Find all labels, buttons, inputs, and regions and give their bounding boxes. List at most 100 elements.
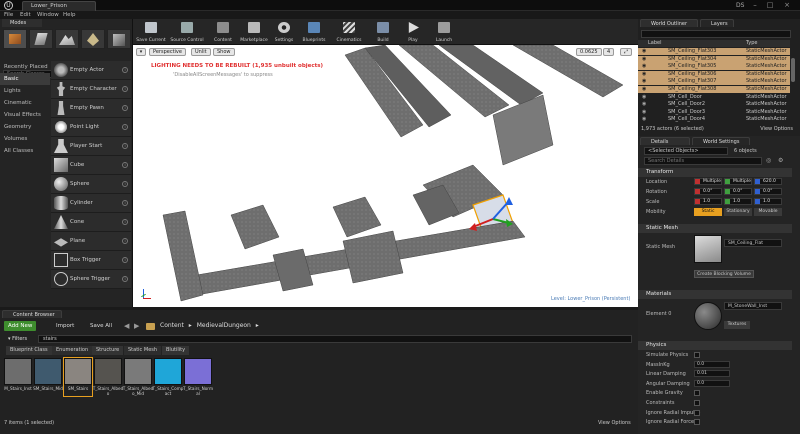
location-label[interactable]: Location [646, 179, 667, 185]
eye-icon[interactable]: ◉ [642, 102, 648, 107]
view-mode-button[interactable]: Unlit [191, 48, 211, 56]
mobility-stationary[interactable]: Stationary [724, 208, 752, 216]
category-lights[interactable]: Lights [0, 85, 50, 97]
eye-icon[interactable]: ◉ [642, 49, 648, 54]
add-new-button[interactable]: Add New [4, 321, 37, 331]
scale-x[interactable]: 1.0 [694, 198, 722, 205]
mobility-movable[interactable]: Movable [754, 208, 782, 216]
textures-dropdown[interactable]: Textures [724, 321, 750, 329]
category-geometry[interactable]: Geometry [0, 121, 50, 133]
category-all-classes[interactable]: All Classes [0, 145, 50, 157]
place-item-sphere[interactable]: Sphere i [51, 175, 131, 194]
blueprints-button[interactable]: Blueprints [299, 20, 329, 44]
outliner-row[interactable]: ◉ SM_Ceiling_Flat304 StaticMeshActor [638, 55, 790, 63]
menu-window[interactable]: Window [37, 11, 59, 19]
category-recently-placed[interactable]: Recently Placed [0, 61, 50, 73]
eye-icon[interactable]: ◉ [642, 64, 648, 69]
transform-header[interactable]: Transform [638, 168, 792, 177]
outliner-row[interactable]: ◉ SM_Cell_Door StaticMeshActor [638, 94, 790, 101]
asset-search-input[interactable]: stairs [38, 335, 632, 343]
paint-mode-icon[interactable] [29, 29, 53, 49]
show-button[interactable]: Show [213, 48, 235, 56]
scale-y[interactable]: 1.0 [724, 198, 752, 205]
eye-icon[interactable]: ◉ [642, 117, 648, 122]
filter-enumeration[interactable]: Enumeration [52, 346, 93, 355]
filter-structure[interactable]: Structure [92, 346, 124, 355]
eye-icon[interactable]: ◉ [642, 109, 648, 115]
maximize-button[interactable]: □ [763, 1, 777, 10]
outliner-row[interactable]: ◉ SM_Ceiling_Flat308 StaticMeshActor [638, 86, 790, 93]
scene-render[interactable] [133, 45, 638, 307]
physics-prop-checkbox[interactable] [694, 419, 700, 426]
foliage-mode-icon[interactable] [81, 29, 105, 49]
marketplace-button[interactable]: Marketplace [237, 20, 271, 44]
filter-blueprint-class[interactable]: Blueprint Class [6, 346, 52, 355]
physics-prop-value[interactable]: 0.0 [694, 379, 730, 387]
place-item-box-trigger[interactable]: Box Trigger i [51, 251, 131, 270]
settings-button[interactable]: Settings [271, 20, 297, 44]
outliner-row[interactable]: ◉ SM_Ceiling_Flat306 StaticMeshActor [638, 70, 790, 78]
place-item-sphere-trigger[interactable]: Sphere Trigger i [51, 270, 131, 289]
place-item-player-start[interactable]: Player Start i [51, 137, 131, 156]
info-icon[interactable]: i [122, 124, 128, 130]
tab-details[interactable]: Details [640, 137, 690, 145]
material-dropdown[interactable]: M_StoneWall_Inst [724, 302, 782, 310]
perspective-button[interactable]: Perspective [149, 48, 186, 56]
place-item-cylinder[interactable]: Cylinder i [51, 194, 131, 213]
grid-snap-value[interactable]: 0.0625 [576, 48, 602, 56]
eye-icon[interactable]: ◉ [642, 71, 648, 77]
details-search-input[interactable]: Search Details [644, 157, 762, 165]
save-all-button[interactable]: Save All [86, 321, 116, 331]
info-icon[interactable]: i [122, 143, 128, 149]
scale-z[interactable]: 1.0 [754, 198, 782, 205]
save-current-button[interactable]: Save Current [135, 20, 167, 44]
mobility-static[interactable]: Static [694, 208, 722, 216]
info-icon[interactable]: i [122, 67, 128, 73]
menu-file[interactable]: File [4, 11, 13, 19]
location-z[interactable]: 620.0 [754, 178, 782, 185]
tab-world-outliner[interactable]: World Outliner [640, 19, 698, 27]
filter-static-mesh[interactable]: Static Mesh [124, 346, 162, 355]
history-forward-icon[interactable]: ▶ [134, 322, 139, 330]
column-label[interactable]: Label [648, 40, 662, 47]
static-mesh-thumbnail[interactable] [694, 235, 722, 263]
info-icon[interactable]: i [122, 238, 128, 244]
place-item-cube[interactable]: Cube i [51, 156, 131, 175]
filters-button[interactable]: ▾ Filters [4, 335, 31, 343]
user-badge[interactable]: DS [736, 2, 744, 9]
material-thumbnail[interactable] [694, 302, 722, 330]
source-control-button[interactable]: Source Control [169, 20, 205, 44]
cinematics-button[interactable]: Cinematics [333, 20, 365, 44]
outliner-row[interactable]: ◉ SM_Cell_Door3 StaticMeshActor [638, 109, 790, 116]
outliner-row[interactable]: ◉ SM_Ceiling_Flat305 StaticMeshActor [638, 63, 790, 71]
close-button[interactable]: × [780, 1, 794, 10]
info-icon[interactable]: i [122, 200, 128, 206]
physics-prop-checkbox[interactable] [694, 400, 700, 406]
eye-icon[interactable]: ◉ [642, 56, 648, 62]
menu-edit[interactable]: Edit [20, 11, 31, 19]
materials-header[interactable]: Materials [638, 290, 792, 299]
physics-prop-value[interactable]: 0.0 [694, 360, 730, 368]
rotation-y[interactable]: 0.0° [724, 188, 752, 195]
asset-tile[interactable]: T_Stairs_Albedo [93, 358, 123, 396]
outliner-row[interactable]: ◉ SM_Cell_Door2 StaticMeshActor [638, 101, 790, 108]
minimize-button[interactable]: – [748, 1, 762, 10]
maximize-viewport-button[interactable]: ⤢ [620, 48, 632, 56]
geometry-mode-icon[interactable] [107, 29, 131, 49]
info-icon[interactable]: i [122, 276, 128, 282]
eye-icon[interactable]: ◉ [642, 87, 648, 92]
outliner-row[interactable]: ◉ SM_Ceiling_Flat307 StaticMeshActor [638, 78, 790, 86]
info-icon[interactable]: i [122, 162, 128, 168]
info-icon[interactable]: i [122, 219, 128, 225]
column-type[interactable]: Type [746, 40, 757, 47]
level-viewport[interactable]: ▾ Perspective Unlit Show LIGHTING NEEDS … [133, 45, 638, 307]
folder-icon[interactable] [146, 323, 155, 330]
category-visual-effects[interactable]: Visual Effects [0, 109, 50, 121]
place-item-empty-actor[interactable]: Empty Actor i [51, 61, 131, 80]
static-mesh-header[interactable]: Static Mesh [638, 224, 792, 233]
eye-icon[interactable]: ◉ [642, 94, 648, 100]
physics-prop-checkbox[interactable] [694, 409, 700, 416]
place-item-empty-pawn[interactable]: Empty Pawn i [51, 99, 131, 118]
details-settings-icon[interactable]: ⚙ [778, 157, 786, 165]
outliner-search-input[interactable] [641, 30, 791, 38]
